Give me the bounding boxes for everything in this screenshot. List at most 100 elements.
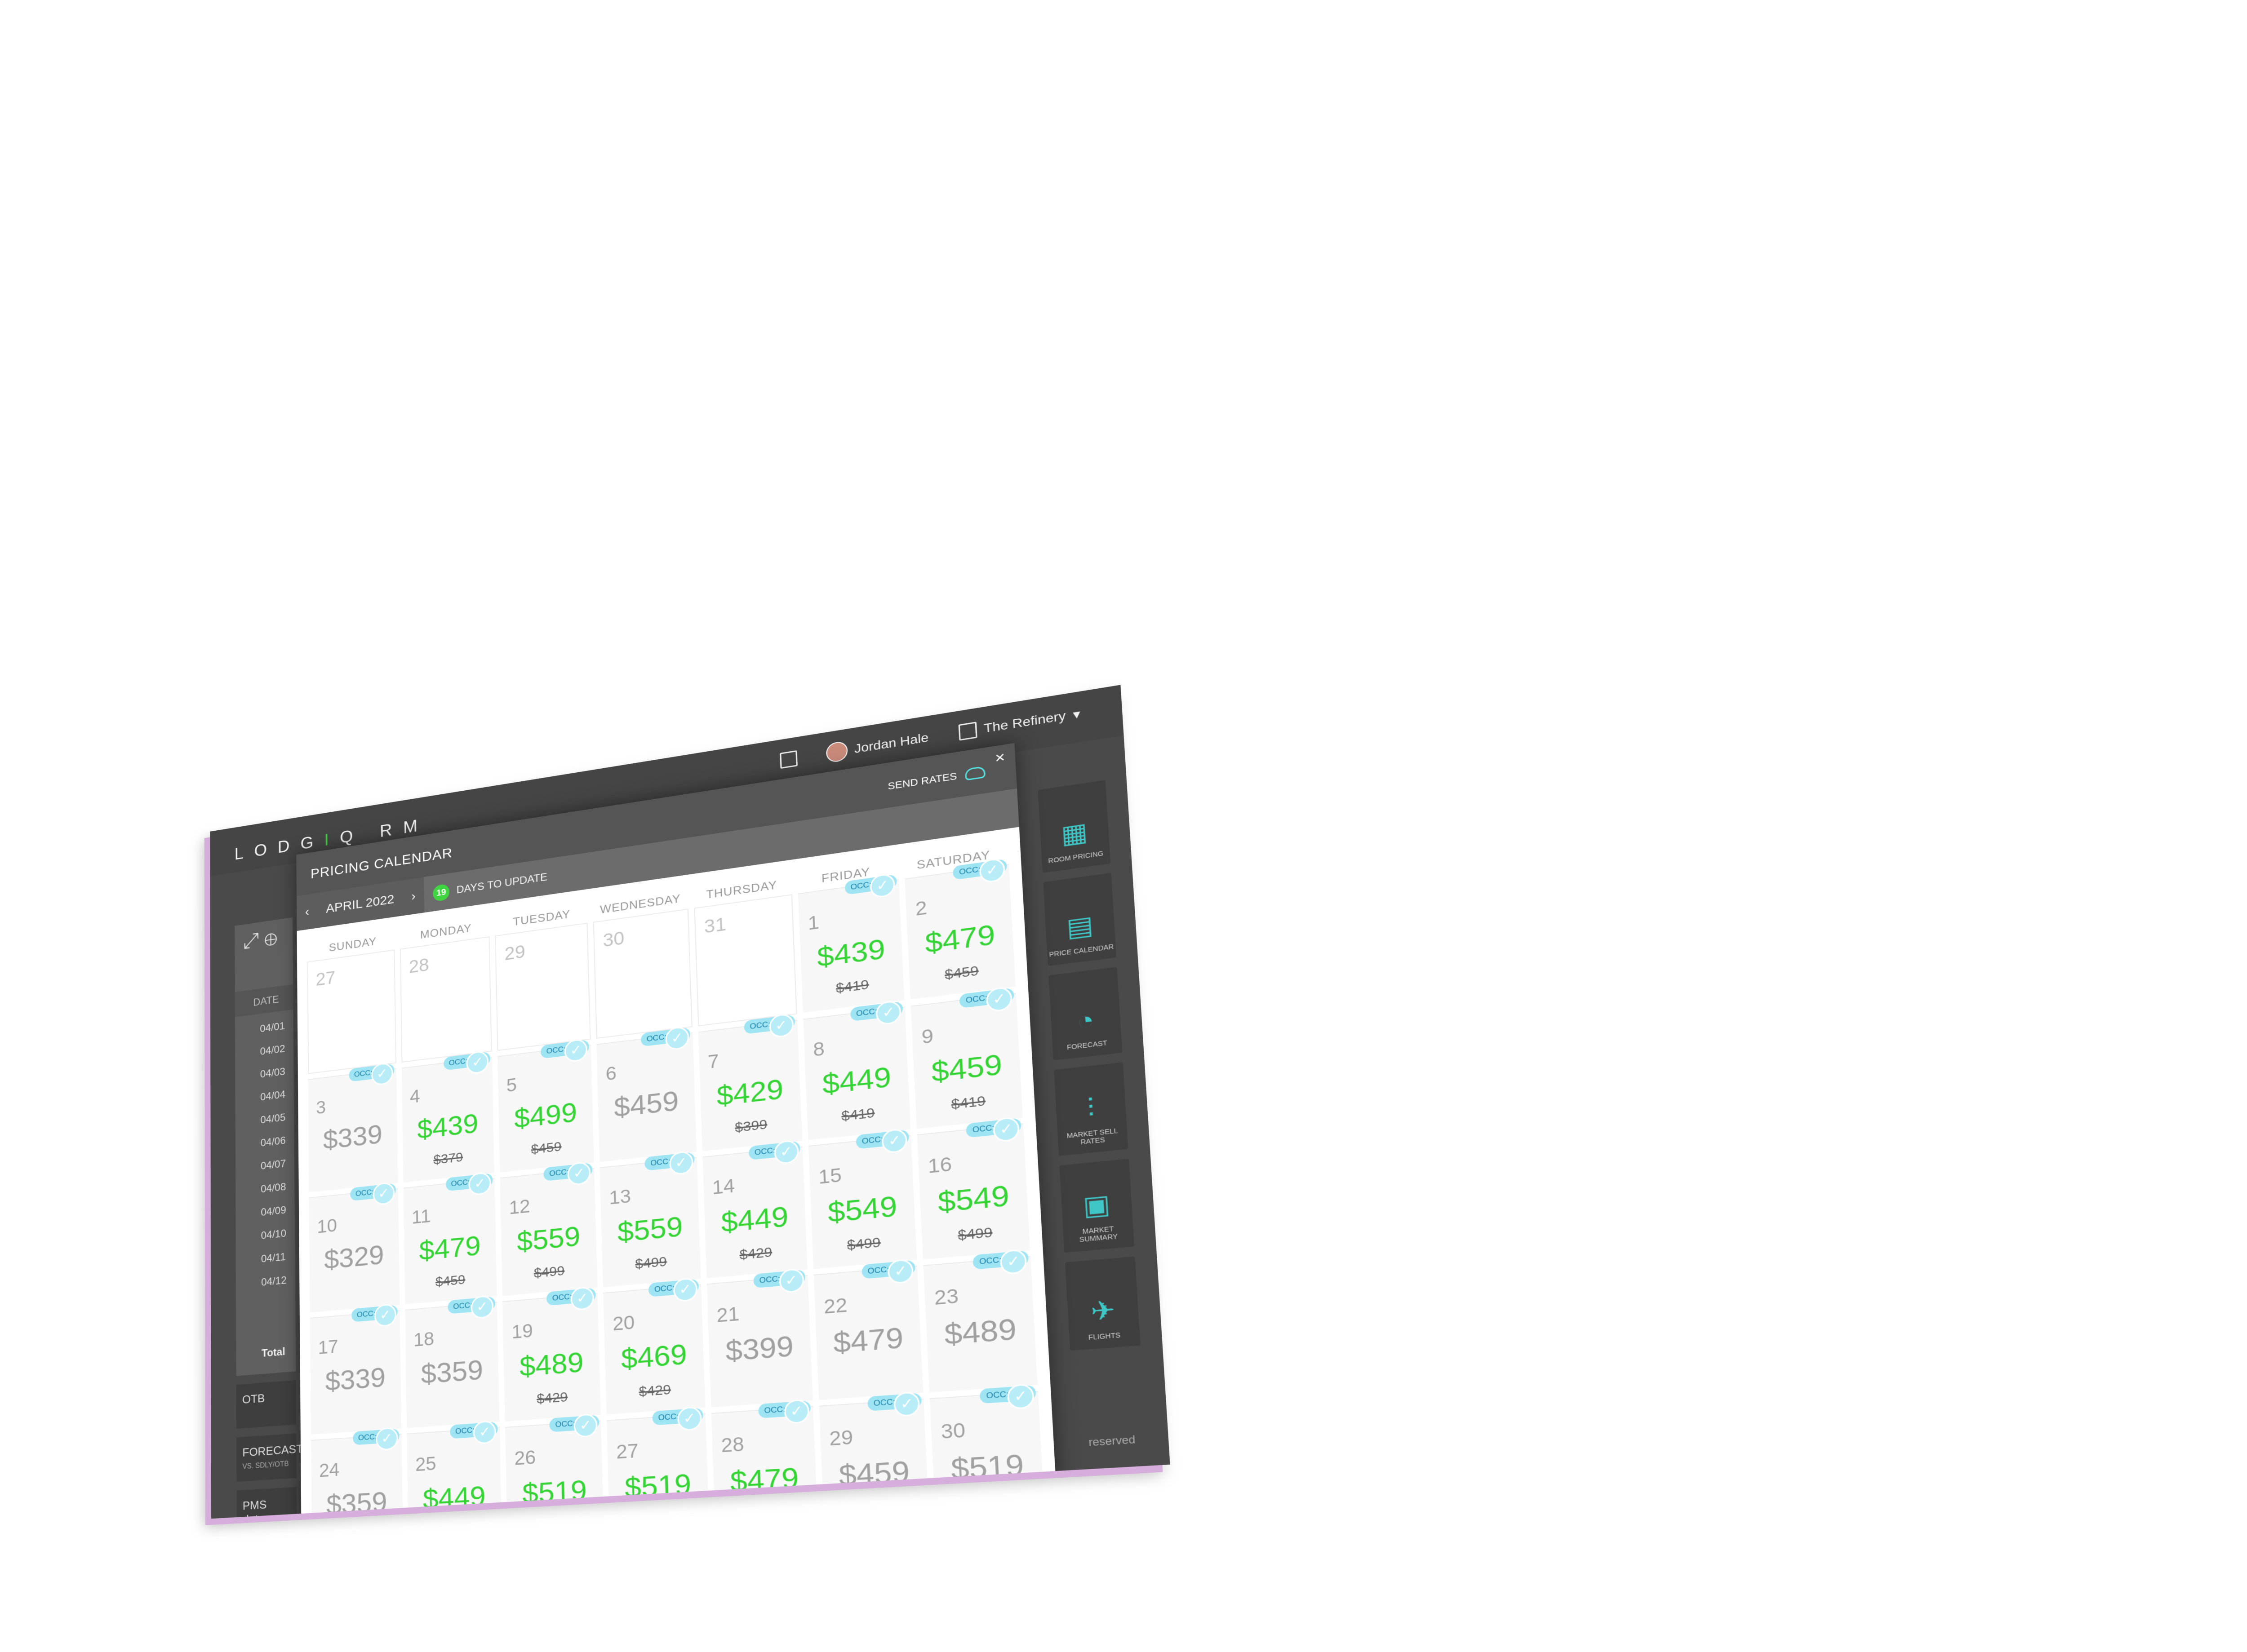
date-row: 04/11 <box>261 1251 286 1265</box>
calendar-day-cell: 30 <box>593 908 693 1039</box>
rail-item[interactable]: ▦ ROOM PRICING <box>1038 780 1111 873</box>
calendar-day-cell[interactable]: 12OCC: 78%✓$559$499 <box>500 1161 598 1296</box>
date-row: 04/08 <box>261 1181 286 1196</box>
calendar-day-cell[interactable]: 13OCC: 77%✓$559$499 <box>599 1150 701 1287</box>
previous-rate: $499 <box>533 1263 565 1281</box>
calendar-day-cell[interactable]: 30OCC: 39%✓$519 <box>930 1383 1045 1519</box>
day-number: 26 <box>514 1446 536 1469</box>
current-rate: $459 <box>613 1085 679 1124</box>
day-number: 29 <box>829 1426 854 1450</box>
calendar-day-cell[interactable]: 2OCC: 98%✓$479$459 <box>905 857 1016 1000</box>
day-number: 23 <box>933 1284 959 1309</box>
current-rate: $339 <box>325 1361 386 1397</box>
new-rate: $449 <box>720 1200 789 1239</box>
plane-icon: ✈ <box>1090 1295 1116 1327</box>
previous-rate: $459 <box>944 963 979 983</box>
calendar-day-cell[interactable]: 3OCC: 60%✓$339 <box>308 1062 398 1192</box>
zoom-icon[interactable]: ⊕ <box>264 926 277 950</box>
new-rate: $519 <box>624 1468 692 1505</box>
close-button[interactable]: × <box>995 748 1006 767</box>
rail-item[interactable]: ◔ FORECAST <box>1048 967 1123 1061</box>
days-to-update-label: DAYS TO UPDATE <box>456 871 548 896</box>
forecast-icon: ◔ <box>1076 1005 1095 1036</box>
user-menu[interactable]: Jordan Hale <box>826 727 929 764</box>
calendar-day-cell[interactable]: 28OCC: 40%✓$479 <box>711 1399 818 1519</box>
previous-rate: $499 <box>635 1253 667 1272</box>
calendar-day-cell[interactable]: 19OCC: 47%✓$489$429 <box>502 1286 601 1422</box>
check-icon[interactable]: ✓ <box>473 1420 497 1445</box>
rail-item[interactable]: ▣ MARKET SUMMARY <box>1059 1159 1135 1253</box>
calendar-day-cell[interactable]: 17OCC: 60%✓$339 <box>310 1303 402 1435</box>
day-number: 27 <box>616 1439 639 1463</box>
forecast-card[interactable]: FORECAST VS. SDLY/OTB <box>236 1433 303 1482</box>
month-label: APRIL 2022 <box>325 892 395 916</box>
calendar-day-cell[interactable]: 8OCC: 69%✓$449$419 <box>803 1000 911 1140</box>
new-rate: $449 <box>422 1480 486 1516</box>
chevron-left-icon[interactable]: ‹ <box>305 904 310 919</box>
chevron-down-icon: ▾ <box>1072 706 1081 722</box>
day-number: 20 <box>612 1311 635 1335</box>
calendar-day-cell[interactable]: 7OCC: 64%✓$429$399 <box>698 1013 802 1152</box>
app-window: LODGIQ RM Jordan Hale The Refinery ▾ ⤢ ⊕… <box>210 685 1170 1519</box>
pricing-calendar-modal: × PRICING CALENDAR SEND RATES ‹ APRIL 20… <box>296 743 1057 1519</box>
rail-item[interactable]: ⫶ MARKET SELL RATES <box>1054 1062 1128 1156</box>
sliders-icon: ⫶ <box>1086 1093 1096 1123</box>
calendar-day-cell[interactable]: 21OCC: 53%✓$399 <box>706 1268 813 1408</box>
calendar-day-cell[interactable]: 18OCC: 46%✓$359 <box>405 1294 500 1428</box>
check-icon[interactable]: ✓ <box>573 1413 598 1438</box>
date-row: 04/04 <box>260 1089 286 1103</box>
current-rate: $339 <box>323 1119 383 1156</box>
room-pricing-icon: ▦ <box>1060 817 1089 850</box>
day-number: 22 <box>823 1293 848 1318</box>
calendar-day-cell[interactable]: 24OCC: 39%✓$359 <box>311 1426 403 1519</box>
calendar-day-cell[interactable]: 25OCC: 43%✓$449 <box>407 1420 502 1519</box>
expand-icon[interactable]: ⤢ <box>243 929 259 953</box>
day-number: 30 <box>940 1418 966 1443</box>
calendar-day-cell[interactable]: 15OCC: 79%✓$549$499 <box>808 1128 917 1269</box>
date-row: 04/03 <box>260 1066 285 1081</box>
calendar-day-cell[interactable]: 14OCC: 76%✓$449$429 <box>702 1139 808 1278</box>
date-row: 04/06 <box>260 1134 286 1149</box>
calendar-day-cell[interactable]: 9OCC: 74%✓$459$419 <box>910 986 1023 1129</box>
new-rate: $549 <box>827 1190 898 1229</box>
calendar-day-cell[interactable]: 11OCC: 71%✓$479$459 <box>403 1171 497 1305</box>
calendar-day-cell[interactable]: 16OCC: 72%✓$549$499 <box>917 1116 1030 1260</box>
date-row: 04/02 <box>260 1043 285 1058</box>
previous-rate: $429 <box>739 1244 773 1263</box>
calendar-day-cell[interactable]: 20OCC: 52%✓$469$429 <box>603 1277 706 1415</box>
calendar-day-cell[interactable]: 26OCC: 46%✓$519 <box>505 1413 604 1519</box>
day-number: 7 <box>707 1050 719 1073</box>
otb-card[interactable]: OTB <box>236 1380 297 1429</box>
date-row: 04/12 <box>261 1274 287 1289</box>
date-row: 04/07 <box>260 1157 286 1172</box>
calendar-day-cell[interactable]: 4OCC: 66%✓$439$379 <box>401 1050 495 1183</box>
calendar-day-cell[interactable]: 27OCC: 46%✓$519 <box>607 1406 710 1519</box>
pms-card[interactable]: PMS data <box>236 1487 297 1519</box>
rail-item-label: ROOM PRICING <box>1048 849 1104 865</box>
new-rate: $499 <box>514 1097 578 1134</box>
calendar-day-cell[interactable]: 6OCC: 70%✓$459 <box>596 1025 697 1162</box>
day-number: 31 <box>703 913 727 937</box>
calendar-grid: 27282930311OCC: 94%✓$439$4192OCC: 98%✓$4… <box>297 857 1056 1519</box>
day-number: 18 <box>413 1328 435 1351</box>
hotel-selector[interactable]: The Refinery ▾ <box>958 705 1081 741</box>
forecast-sub-label: VS. SDLY/OTB <box>242 1460 289 1471</box>
date-row: 04/09 <box>261 1204 286 1218</box>
day-number: 4 <box>409 1085 420 1107</box>
calendar-day-cell[interactable]: 5OCC: 78%✓$499$459 <box>497 1038 595 1173</box>
calendar-day-cell: 29 <box>495 922 591 1051</box>
rail-item[interactable]: ▤ PRICE CALENDAR <box>1043 873 1117 966</box>
current-rate: $519 <box>950 1448 1025 1487</box>
bottom-cards: OTB FORECAST VS. SDLY/OTB PMS data <box>236 1380 303 1519</box>
calendar-day-cell[interactable]: 22OCC: 90%✓$479 <box>813 1258 924 1400</box>
screen-icon[interactable] <box>779 750 798 769</box>
calendar-day-cell[interactable]: 23OCC: 82%✓$489 <box>923 1249 1038 1393</box>
rail-item-label: MARKET SUMMARY <box>1079 1225 1118 1244</box>
calendar-day-cell[interactable]: 29OCC: 40%✓$459 <box>819 1391 930 1519</box>
rail-item[interactable]: ✈ FLIGHTS <box>1065 1256 1141 1351</box>
send-rates-button[interactable]: SEND RATES <box>888 766 986 793</box>
calendar-day-cell: 28 <box>400 936 493 1063</box>
calendar-day-cell[interactable]: 10OCC: 58%✓$329 <box>309 1182 400 1313</box>
calendar-day-cell[interactable]: 1OCC: 94%✓$439$419 <box>798 873 905 1013</box>
chevron-right-icon[interactable]: › <box>411 889 416 904</box>
